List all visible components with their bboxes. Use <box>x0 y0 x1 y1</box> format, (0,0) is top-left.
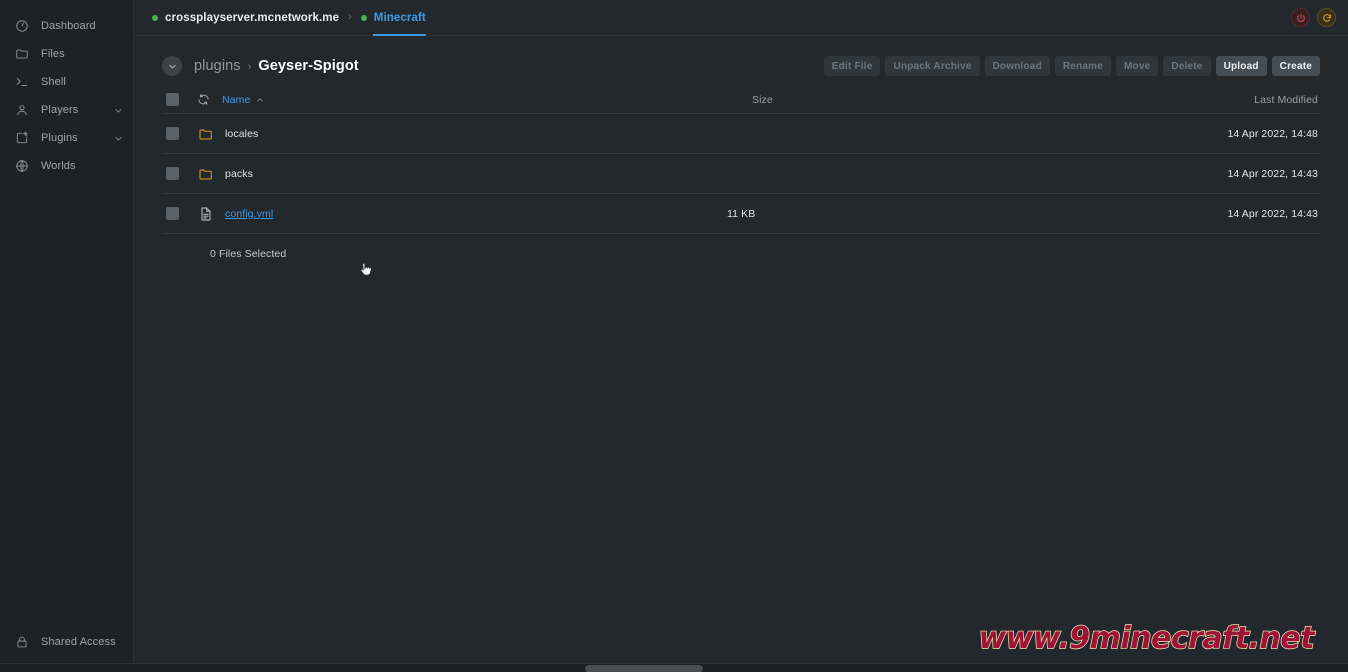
row-name-cell: locales <box>197 125 727 142</box>
row-last-modified: 14 Apr 2022, 14:48 <box>1227 127 1318 140</box>
content-area: plugins › Geyser-Spigot Edit File Unpack… <box>134 36 1348 672</box>
path-segment-plugins[interactable]: plugins <box>194 58 241 74</box>
breadcrumb-server-label: crossplayserver.mcnetwork.me <box>165 11 340 24</box>
create-button[interactable]: Create <box>1271 56 1320 76</box>
download-button[interactable]: Download <box>984 56 1050 76</box>
chevron-down-icon <box>113 133 123 143</box>
rename-button[interactable]: Rename <box>1054 56 1111 76</box>
unpack-archive-button[interactable]: Unpack Archive <box>885 56 980 76</box>
status-dot-online <box>152 14 158 21</box>
row-last-modified: 14 Apr 2022, 14:43 <box>1227 207 1318 220</box>
horizontal-scrollbar[interactable] <box>0 663 1348 672</box>
document-icon <box>197 205 214 222</box>
table-row[interactable]: config.yml 11 KB 14 Apr 2022, 14:43 <box>162 194 1320 234</box>
sidebar-item-players[interactable]: Players <box>0 96 133 124</box>
row-name-label[interactable]: config.yml <box>225 208 273 220</box>
sidebar-item-dashboard[interactable]: Dashboard <box>0 12 133 40</box>
table-header-row: Name Size Last Modified <box>162 88 1320 114</box>
sidebar-item-shared-access[interactable]: Shared Access <box>0 628 133 656</box>
sidebar-item-label: Shared Access <box>41 636 116 648</box>
table-row[interactable]: locales 14 Apr 2022, 14:48 <box>162 114 1320 154</box>
topbar: crossplayserver.mcnetwork.me › Minecraft <box>134 0 1348 36</box>
main-area: crossplayserver.mcnetwork.me › Minecraft <box>134 0 1348 672</box>
row-name-label[interactable]: locales <box>225 128 258 140</box>
folder-icon <box>197 165 214 182</box>
scrollbar-thumb[interactable] <box>585 665 703 672</box>
breadcrumb-minecraft-label: Minecraft <box>373 11 426 24</box>
table-row[interactable]: packs 14 Apr 2022, 14:43 <box>162 154 1320 194</box>
row-name-label[interactable]: packs <box>225 168 253 180</box>
move-button[interactable]: Move <box>1115 56 1159 76</box>
row-last-modified: 14 Apr 2022, 14:43 <box>1227 167 1318 180</box>
globe-icon <box>14 158 30 174</box>
row-checkbox[interactable] <box>166 207 179 220</box>
server-controls <box>1291 8 1336 27</box>
column-header-size[interactable]: Size <box>752 94 1052 106</box>
row-checkbox[interactable] <box>166 167 179 180</box>
sidebar-item-label: Players <box>41 104 79 116</box>
sidebar-item-plugins[interactable]: Plugins <box>0 124 133 152</box>
page-title: Geyser-Spigot <box>258 58 359 74</box>
power-icon <box>1296 13 1306 23</box>
sidebar-item-label: Dashboard <box>41 20 96 32</box>
status-dot-online <box>360 14 367 21</box>
row-size: 11 KB <box>727 207 756 220</box>
select-all-checkbox[interactable] <box>166 93 179 106</box>
breadcrumb: plugins › Geyser-Spigot <box>194 58 359 74</box>
file-table: Name Size Last Modified locales 14 Apr 2… <box>162 88 1320 274</box>
restart-icon <box>1322 13 1332 23</box>
power-button[interactable] <box>1291 8 1310 27</box>
gauge-icon <box>14 18 30 34</box>
path-separator: › <box>247 61 252 73</box>
row-name-cell: config.yml <box>197 205 727 222</box>
sidebar-item-shell[interactable]: Shell <box>0 68 133 96</box>
user-icon <box>14 102 30 118</box>
page-header: plugins › Geyser-Spigot Edit File Unpack… <box>162 36 1320 82</box>
plugin-icon <box>14 130 30 146</box>
sidebar-item-files[interactable]: Files <box>0 40 133 68</box>
back-button[interactable] <box>162 56 182 76</box>
breadcrumb-separator: › <box>348 11 352 23</box>
breadcrumb-server[interactable]: crossplayserver.mcnetwork.me <box>152 0 339 36</box>
sidebar-item-label: Plugins <box>41 132 78 144</box>
sidebar: Dashboard Files Shell Players Plugins Wo… <box>0 0 134 672</box>
column-header-name[interactable]: Name <box>222 94 752 106</box>
sidebar-item-label: Files <box>41 48 65 60</box>
selection-status: 0 Files Selected <box>210 248 287 260</box>
edit-file-button[interactable]: Edit File <box>823 56 881 76</box>
server-breadcrumb: crossplayserver.mcnetwork.me › Minecraft <box>152 0 426 36</box>
terminal-icon <box>14 74 30 90</box>
row-checkbox[interactable] <box>166 127 179 140</box>
caret-up-icon <box>256 96 264 104</box>
lock-icon <box>14 634 30 650</box>
upload-button[interactable]: Upload <box>1215 56 1267 76</box>
column-header-last-modified[interactable]: Last Modified <box>1052 94 1320 106</box>
folder-icon <box>197 125 214 142</box>
site-watermark: www.9minecraft.net <box>978 620 1315 656</box>
sidebar-nav: Dashboard Files Shell Players Plugins Wo… <box>0 0 133 180</box>
folder-icon <box>14 46 30 62</box>
sidebar-item-label: Shell <box>41 76 66 88</box>
chevron-down-icon <box>113 105 123 115</box>
sidebar-item-worlds[interactable]: Worlds <box>0 152 133 180</box>
restart-button[interactable] <box>1317 8 1336 27</box>
refresh-icon[interactable] <box>197 93 210 106</box>
sidebar-item-label: Worlds <box>41 160 76 172</box>
file-manager-app: Dashboard Files Shell Players Plugins Wo… <box>0 0 1348 672</box>
breadcrumb-minecraft[interactable]: Minecraft <box>360 0 426 36</box>
row-name-cell: packs <box>197 165 727 182</box>
column-header-name-label: Name <box>222 93 251 106</box>
delete-button[interactable]: Delete <box>1163 56 1211 76</box>
chevron-down-icon <box>168 62 177 71</box>
file-actions-toolbar: Edit File Unpack Archive Download Rename… <box>823 56 1320 76</box>
